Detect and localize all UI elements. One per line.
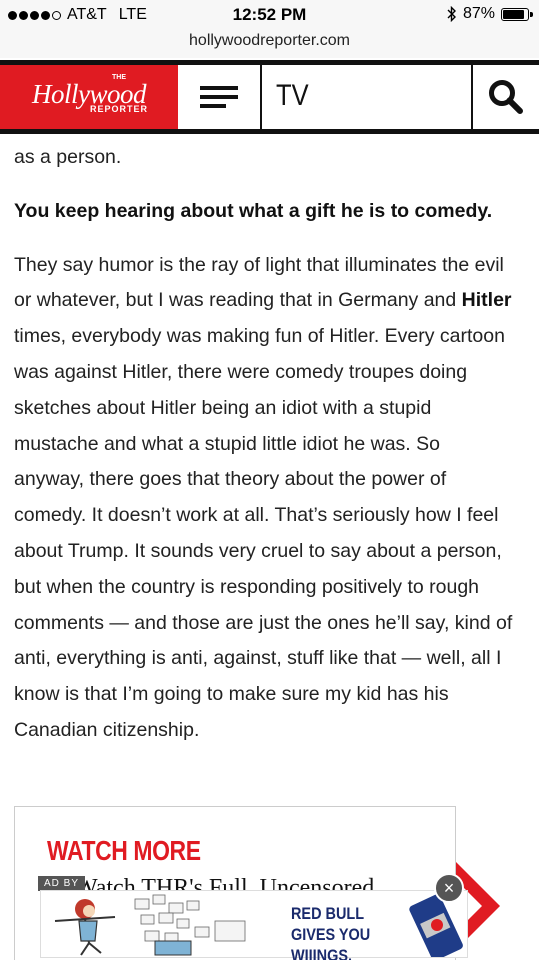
logo-top-text: THE <box>112 74 126 81</box>
interview-answer: They say humor is the ray of light that … <box>14 248 514 749</box>
battery-percent: 87% <box>462 5 495 22</box>
hitler-link[interactable]: Hitler <box>462 289 512 311</box>
answer-text-1: They say humor is the ray of light that … <box>14 253 504 312</box>
ad-text: RED BULL GIVES YOU WIIINGS. <box>291 904 371 960</box>
logo-sub-text: REPORTER <box>89 104 148 114</box>
status-bar: AT&T LTE 12:52 PM 87% <box>0 0 539 30</box>
ad-close-button[interactable]: × <box>434 873 464 903</box>
article-fragment: as a person. <box>14 146 122 168</box>
ad-banner[interactable]: RED BULL GIVES YOU WIIINGS. <box>40 890 468 960</box>
menu-button[interactable] <box>178 65 262 129</box>
interview-question: You keep hearing about what a gift he is… <box>14 199 493 222</box>
red-bull-can-icon <box>409 894 463 957</box>
bluetooth-icon <box>447 6 456 22</box>
article-body: as a person. You keep hearing about what… <box>14 140 514 767</box>
section-label: TV <box>276 79 309 112</box>
site-logo[interactable]: THE Hollywood REPORTER <box>0 65 178 129</box>
status-right: 87% <box>447 5 533 23</box>
address-bar[interactable]: hollywoodreporter.com <box>0 30 539 58</box>
search-icon <box>489 80 523 114</box>
answer-text-2: times, everybody was making fun of Hitle… <box>14 325 513 741</box>
hamburger-menu-icon <box>200 81 238 113</box>
site-header: THE Hollywood REPORTER TV <box>0 60 539 134</box>
ad-illustration <box>54 894 246 956</box>
watch-more-title: WATCH MORE <box>47 835 201 866</box>
search-button[interactable] <box>471 65 539 129</box>
ad-label: AD BY <box>38 876 86 891</box>
battery-icon <box>501 7 533 21</box>
